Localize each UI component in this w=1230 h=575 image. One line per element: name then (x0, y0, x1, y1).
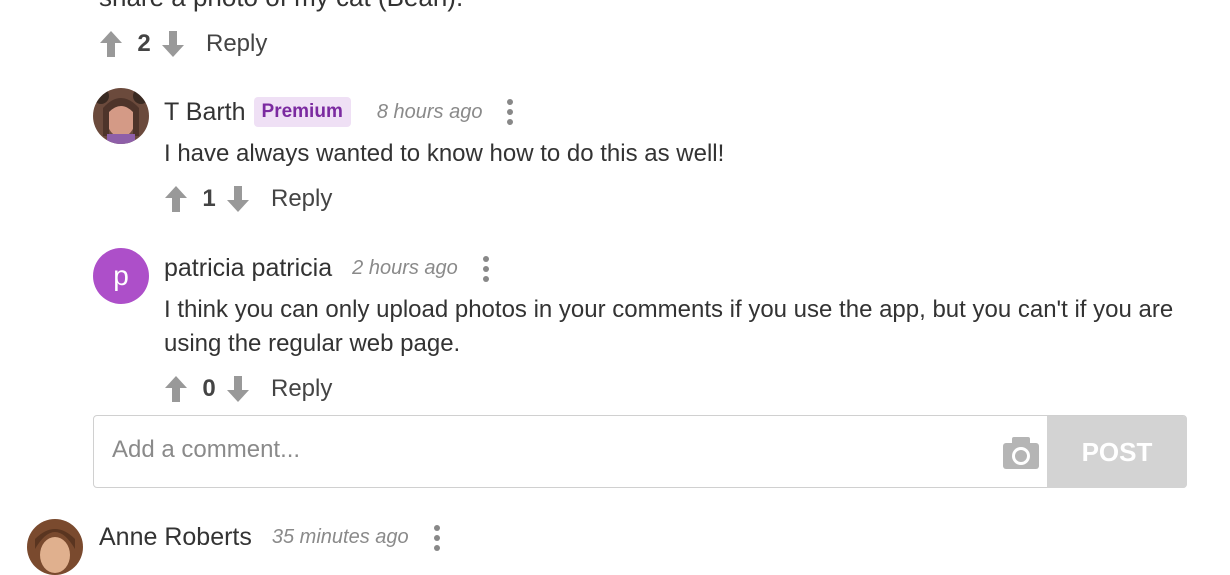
more-options-icon[interactable] (433, 524, 441, 551)
vote-count: 1 (202, 185, 216, 212)
camera-icon[interactable] (1003, 437, 1039, 474)
post-button[interactable]: POST (1047, 416, 1187, 488)
downvote-icon[interactable] (227, 186, 249, 212)
timestamp: 2 hours ago (352, 257, 458, 279)
vote-count: 0 (202, 375, 216, 402)
author-name[interactable]: T Barth (164, 98, 246, 127)
reply-button[interactable]: Reply (271, 375, 332, 403)
upvote-icon[interactable] (165, 186, 187, 212)
comment-text: I think you can only upload photos in yo… (164, 296, 1174, 357)
more-options-icon[interactable] (482, 255, 490, 282)
downvote-icon[interactable] (162, 31, 184, 57)
avatar-letter: p (113, 260, 129, 291)
timestamp: 35 minutes ago (271, 526, 409, 548)
avatar[interactable] (27, 519, 83, 575)
comment-header: T Barth Premium 8 hours ago (164, 97, 514, 127)
comment-text-truncated: share a photo of my cat (Bean). (99, 0, 463, 13)
vote-row: 1 Reply (165, 179, 332, 219)
more-options-icon[interactable] (506, 99, 514, 125)
vote-row: 0 Reply (165, 369, 332, 409)
upvote-icon[interactable] (100, 31, 122, 57)
timestamp: 8 hours ago (376, 100, 483, 123)
downvote-icon[interactable] (227, 376, 249, 402)
author-name[interactable]: patricia patricia (164, 254, 332, 283)
premium-badge: Premium (253, 97, 351, 127)
reply-button[interactable]: Reply (271, 185, 332, 213)
comment-text: I have always wanted to know how to do t… (164, 140, 725, 167)
vote-row: 2 Reply (100, 24, 267, 64)
comment-placeholder: Add a comment... (112, 436, 301, 463)
avatar[interactable] (93, 88, 149, 144)
upvote-icon[interactable] (165, 376, 187, 402)
reply-button[interactable]: Reply (206, 30, 267, 58)
vote-count: 2 (137, 30, 151, 57)
avatar[interactable]: p (93, 248, 149, 304)
comment-header: patricia patricia 2 hours ago (164, 254, 490, 283)
